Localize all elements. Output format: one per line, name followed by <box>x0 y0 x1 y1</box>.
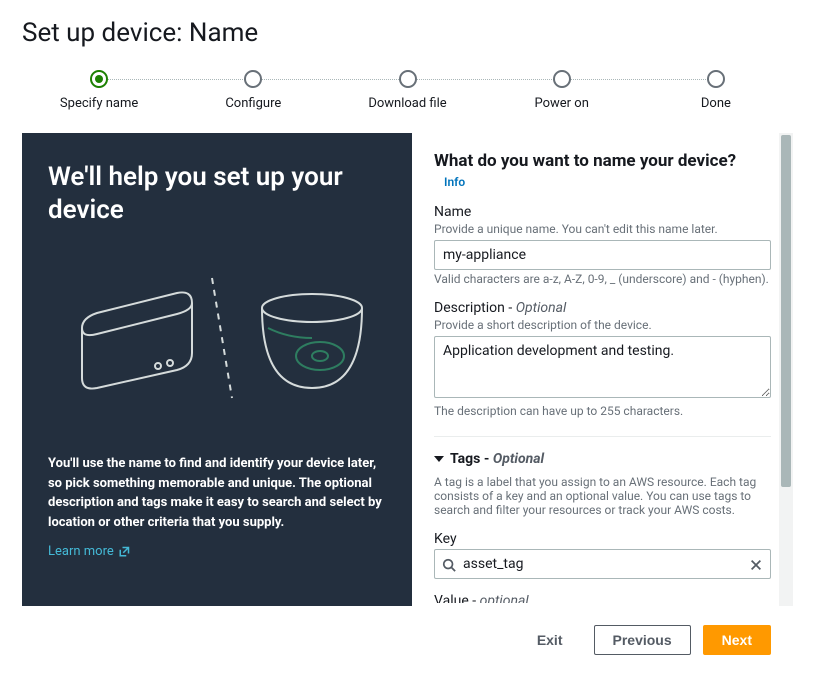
name-field: Name Provide a unique name. You can't ed… <box>434 204 771 286</box>
tags-toggle[interactable]: Tags - Optional <box>434 451 771 467</box>
step-circle-icon <box>707 70 725 88</box>
form-heading-row: What do you want to name your device? In… <box>434 151 771 190</box>
wizard-container: Set up device: Name Specify name Configu… <box>0 0 815 673</box>
description-help: Provide a short description of the devic… <box>434 318 771 332</box>
main-row: We'll help you set up your device <box>22 133 793 606</box>
step-circle-icon <box>90 70 108 88</box>
divider <box>434 436 771 437</box>
scrollbar-track[interactable] <box>779 133 793 606</box>
step-label: Download file <box>368 96 446 111</box>
intro-panel: We'll help you set up your device <box>22 133 412 606</box>
name-input[interactable] <box>434 240 771 270</box>
step-done[interactable]: Done <box>639 70 793 111</box>
step-label: Configure <box>225 96 281 111</box>
stepper: Specify name Configure Download file Pow… <box>22 70 793 111</box>
step-label: Power on <box>534 96 588 111</box>
learn-more-link[interactable]: Learn more <box>48 544 386 559</box>
tag-value-field: Value - optional <box>434 593 771 603</box>
search-icon <box>442 557 456 571</box>
learn-more-label: Learn more <box>48 544 114 559</box>
tag-key-input[interactable] <box>434 549 771 579</box>
description-label: Description - Optional <box>434 300 771 316</box>
form-panel: What do you want to name your device? In… <box>412 133 793 603</box>
exit-button[interactable]: Exit <box>518 625 582 655</box>
scrollbar-thumb[interactable] <box>781 135 791 487</box>
description-field: Description - Optional Provide a short d… <box>434 300 771 418</box>
info-link[interactable]: Info <box>444 175 465 189</box>
name-constraint: Valid characters are a-z, A-Z, 0-9, _ (u… <box>434 272 771 286</box>
step-circle-icon <box>399 70 417 88</box>
page-title: Set up device: Name <box>22 18 793 48</box>
next-button[interactable]: Next <box>703 625 771 655</box>
intro-description: You'll use the name to find and identify… <box>48 454 386 532</box>
footer: Exit Previous Next <box>22 606 793 673</box>
step-label: Done <box>701 96 731 111</box>
tags-label: Tags - Optional <box>450 451 544 467</box>
tag-value-label: Value - optional <box>434 593 771 603</box>
step-label: Specify name <box>60 96 138 111</box>
form-heading: What do you want to name your device? <box>434 151 736 171</box>
device-illustration <box>48 258 386 408</box>
step-specify-name[interactable]: Specify name <box>22 70 176 111</box>
caret-down-icon <box>434 456 444 462</box>
description-input[interactable] <box>434 336 771 398</box>
step-circle-icon <box>244 70 262 88</box>
step-configure[interactable]: Configure <box>176 70 330 111</box>
step-circle-icon <box>553 70 571 88</box>
tag-key-field: Key <box>434 531 771 579</box>
description-constraint: The description can have up to 255 chara… <box>434 404 771 418</box>
name-label: Name <box>434 204 771 220</box>
step-download-file[interactable]: Download file <box>330 70 484 111</box>
tag-key-label: Key <box>434 531 771 547</box>
external-link-icon <box>118 546 130 558</box>
tags-help: A tag is a label that you assign to an A… <box>434 475 771 517</box>
step-power-on[interactable]: Power on <box>485 70 639 111</box>
previous-button[interactable]: Previous <box>594 625 691 655</box>
clear-icon[interactable] <box>749 557 763 571</box>
name-help: Provide a unique name. You can't edit th… <box>434 222 771 236</box>
intro-title: We'll help you set up your device <box>48 161 386 226</box>
